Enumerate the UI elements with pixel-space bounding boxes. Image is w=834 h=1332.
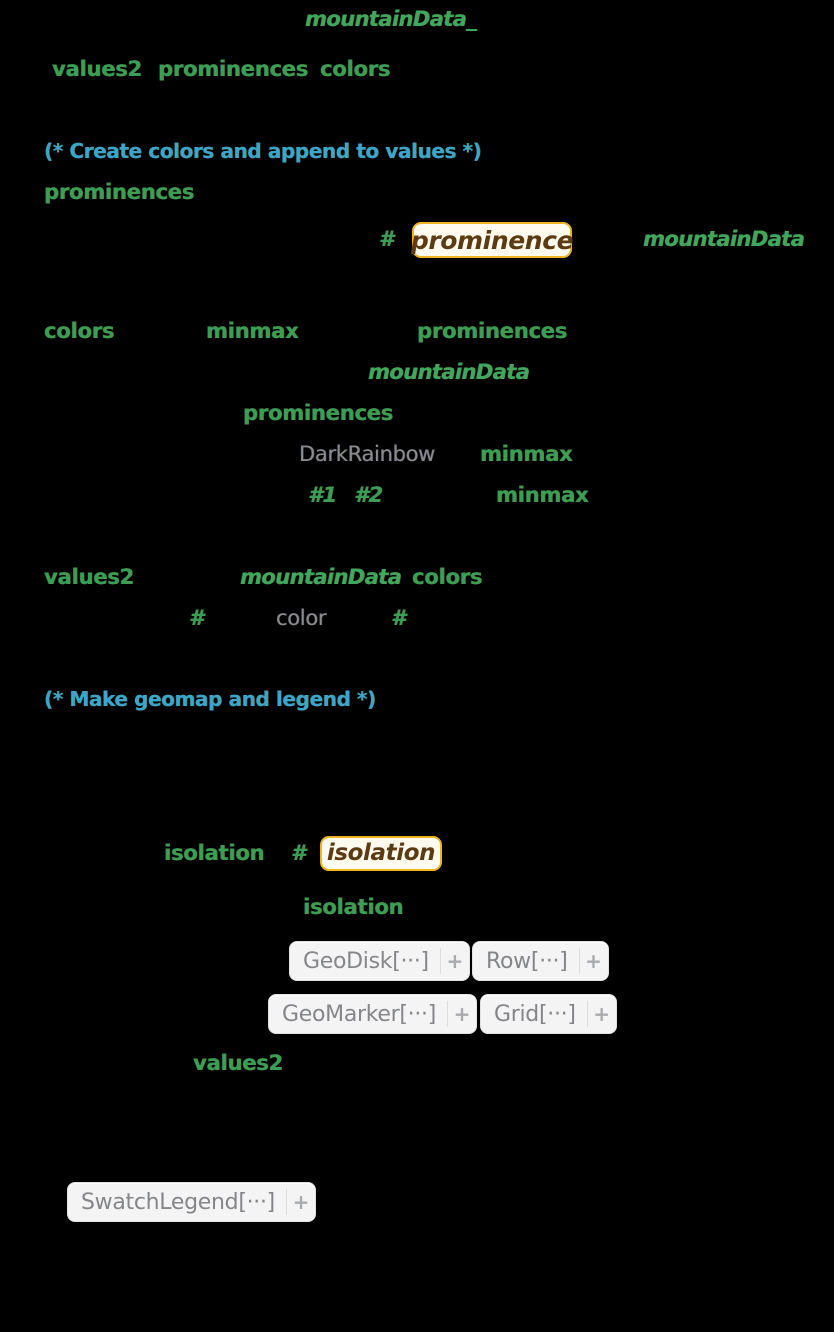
string-color[interactable]: color xyxy=(276,608,327,629)
symbol-isolation-1[interactable]: isolation xyxy=(164,843,265,864)
slot-hash-1[interactable]: #1 xyxy=(308,485,337,506)
slot-hash-b[interactable]: # xyxy=(391,608,406,629)
elision-label-row: Row[···] xyxy=(486,948,568,974)
elision-swatchlegend[interactable]: SwatchLegend[···] + xyxy=(67,1182,316,1222)
expand-icon[interactable]: + xyxy=(580,942,608,980)
symbol-values2-ref[interactable]: values2 xyxy=(193,1053,283,1074)
comment-create-colors: (* Create colors and append to values *) xyxy=(44,139,482,163)
string-dark-rainbow[interactable]: DarkRainbow xyxy=(299,444,435,465)
symbol-prominences-assign[interactable]: prominences xyxy=(44,182,194,203)
slot-hash-2[interactable]: #2 xyxy=(354,485,383,506)
elision-label-geomarker: GeoMarker[···] xyxy=(282,1001,437,1027)
highlight-label-isolation: isolation xyxy=(326,840,436,866)
symbol-isolation-2[interactable]: isolation xyxy=(303,897,404,918)
symbol-colors[interactable]: colors xyxy=(320,59,390,80)
slot-hash-prominence[interactable]: # xyxy=(379,229,394,250)
pattern-mountain-data[interactable]: mountainData_ xyxy=(305,9,477,30)
symbol-values2[interactable]: values2 xyxy=(52,59,142,80)
highlight-box-isolation[interactable]: isolation xyxy=(320,836,442,871)
elision-grid[interactable]: Grid[···] + xyxy=(480,994,617,1034)
symbol-mountain-data-1[interactable]: mountainData xyxy=(643,229,805,250)
symbol-mountain-data-2[interactable]: mountainData xyxy=(368,362,530,383)
elision-geodisk[interactable]: GeoDisk[···] + xyxy=(289,941,470,981)
comment-make-geomap: (* Make geomap and legend *) xyxy=(44,687,376,711)
symbol-minmax-3[interactable]: minmax xyxy=(496,485,589,506)
symbol-minmax-1[interactable]: minmax xyxy=(206,321,299,342)
elision-label-swatchlegend: SwatchLegend[···] xyxy=(81,1189,275,1215)
elision-geomarker[interactable]: GeoMarker[···] + xyxy=(268,994,478,1034)
symbol-prominences[interactable]: prominences xyxy=(158,59,308,80)
expand-icon[interactable]: + xyxy=(441,942,469,980)
symbol-colors-arg[interactable]: colors xyxy=(412,567,482,588)
slot-hash-isolation[interactable]: # xyxy=(291,843,306,864)
elision-label-grid: Grid[···] xyxy=(494,1001,576,1027)
symbol-prominences-2[interactable]: prominences xyxy=(243,403,393,424)
highlight-box-prominence[interactable]: prominence xyxy=(410,222,574,258)
symbol-values2-assign[interactable]: values2 xyxy=(44,567,134,588)
symbol-mountain-data-3[interactable]: mountainData xyxy=(240,567,402,588)
symbol-prominences-arg[interactable]: prominences xyxy=(417,321,567,342)
symbol-colors-assign[interactable]: colors xyxy=(44,321,114,342)
elision-label-geodisk: GeoDisk[···] xyxy=(303,948,429,974)
expand-icon[interactable]: + xyxy=(448,995,476,1033)
slot-hash-a[interactable]: # xyxy=(189,608,204,629)
highlight-label-prominence: prominence xyxy=(410,225,574,255)
expand-icon[interactable]: + xyxy=(588,995,616,1033)
symbol-minmax-2[interactable]: minmax xyxy=(480,444,573,465)
expand-icon[interactable]: + xyxy=(287,1183,315,1221)
elision-row[interactable]: Row[···] + xyxy=(472,941,609,981)
